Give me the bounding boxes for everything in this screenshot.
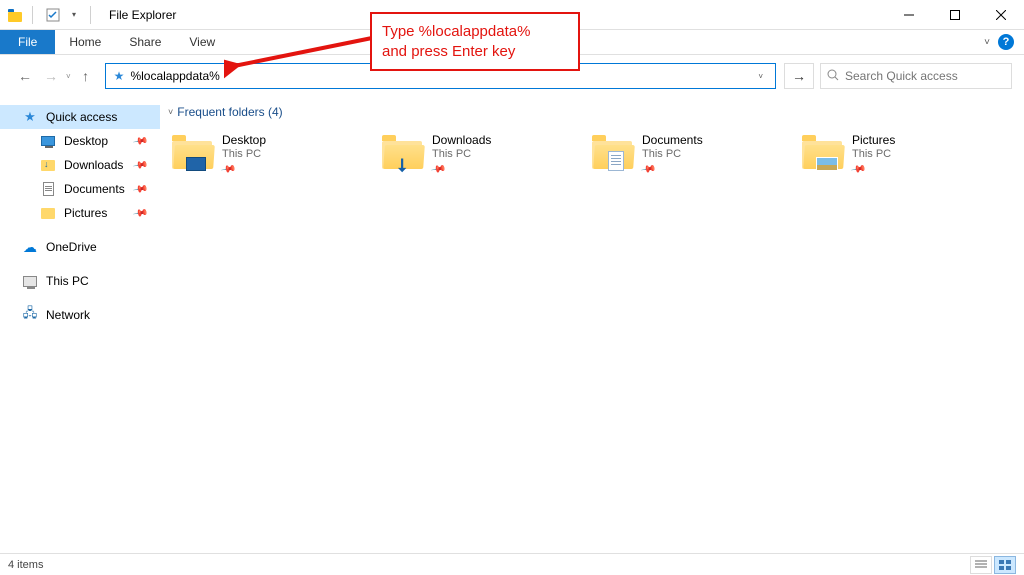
navpane-quick-access-label: Quick access bbox=[46, 110, 117, 124]
pin-icon: 📌 bbox=[850, 161, 867, 177]
thispc-icon bbox=[23, 276, 37, 287]
group-header-label: Frequent folders (4) bbox=[177, 105, 282, 119]
status-bar: 4 items bbox=[0, 553, 1024, 575]
main-pane: ˅ Frequent folders (4) Desktop This PC 📌… bbox=[160, 97, 1024, 553]
forward-button[interactable]: → bbox=[38, 62, 64, 90]
pin-icon: 📌 bbox=[220, 161, 237, 177]
help-icon[interactable]: ? bbox=[998, 34, 1014, 50]
minimize-button[interactable] bbox=[886, 0, 932, 30]
navpane-desktop-label: Desktop bbox=[64, 134, 108, 148]
tile-name: Documents bbox=[642, 133, 703, 147]
navpane-downloads[interactable]: Downloads 📌 bbox=[0, 153, 160, 177]
close-button[interactable] bbox=[978, 0, 1024, 30]
desktop-icon bbox=[41, 136, 55, 146]
navpane-desktop[interactable]: Desktop 📌 bbox=[0, 129, 160, 153]
group-header-frequent[interactable]: ˅ Frequent folders (4) bbox=[166, 103, 1024, 129]
pin-icon: 📌 bbox=[132, 181, 149, 197]
navpane-documents[interactable]: Documents 📌 bbox=[0, 177, 160, 201]
navpane-pictures[interactable]: Pictures 📌 bbox=[0, 201, 160, 225]
folder-icon bbox=[802, 133, 844, 169]
app-icon bbox=[7, 8, 23, 22]
search-icon bbox=[827, 69, 839, 84]
navpane-network-label: Network bbox=[46, 308, 90, 322]
content-area: ★ Quick access Desktop 📌 Downloads 📌 Doc… bbox=[0, 97, 1024, 553]
tile-sub: This PC bbox=[222, 148, 266, 160]
address-location-icon: ★ bbox=[114, 69, 125, 83]
qat-dropdown-icon[interactable]: ▾ bbox=[70, 10, 78, 19]
navpane-thispc-label: This PC bbox=[46, 274, 89, 288]
pictures-icon bbox=[41, 208, 55, 219]
annotation-line2: and press Enter key bbox=[382, 42, 568, 62]
view-large-icons-button[interactable] bbox=[994, 556, 1016, 574]
tile-sub: This PC bbox=[852, 148, 895, 160]
folder-icon: ⭣ bbox=[382, 133, 424, 169]
back-button[interactable]: ← bbox=[12, 62, 38, 90]
navpane-quick-access[interactable]: ★ Quick access bbox=[0, 105, 160, 129]
annotation-line1: Type %localappdata% bbox=[382, 22, 568, 42]
ribbon-tab-view[interactable]: View bbox=[175, 30, 229, 54]
network-icon: 🖧 bbox=[23, 304, 38, 326]
tile-name: Desktop bbox=[222, 133, 266, 147]
ribbon-tab-home[interactable]: Home bbox=[55, 30, 115, 54]
qat-properties-icon[interactable] bbox=[42, 4, 64, 26]
status-text: 4 items bbox=[8, 559, 43, 571]
folder-icon bbox=[172, 133, 214, 169]
folder-icon bbox=[592, 133, 634, 169]
tile-desktop[interactable]: Desktop This PC 📌 bbox=[166, 129, 376, 179]
view-details-button[interactable] bbox=[970, 556, 992, 574]
pin-icon: 📌 bbox=[430, 161, 447, 177]
address-history-icon[interactable]: ˅ bbox=[754, 72, 767, 81]
tile-name: Downloads bbox=[432, 133, 491, 147]
ribbon-expand-icon[interactable]: ˅ bbox=[984, 37, 990, 48]
recent-locations-icon[interactable]: ˅ bbox=[64, 72, 73, 81]
navpane-onedrive[interactable]: ☁ OneDrive bbox=[0, 235, 160, 259]
chevron-down-icon: ˅ bbox=[168, 107, 173, 117]
navpane-documents-label: Documents bbox=[64, 182, 125, 196]
downloads-icon bbox=[41, 160, 55, 171]
navpane-downloads-label: Downloads bbox=[64, 158, 123, 172]
tile-name: Pictures bbox=[852, 133, 895, 147]
tile-downloads[interactable]: ⭣ Downloads This PC 📌 bbox=[376, 129, 586, 179]
search-input[interactable] bbox=[845, 69, 1005, 83]
pin-icon: 📌 bbox=[640, 161, 657, 177]
quick-access-icon: ★ bbox=[24, 109, 36, 125]
pin-icon: 📌 bbox=[132, 157, 149, 173]
ribbon-tab-file[interactable]: File bbox=[0, 30, 55, 54]
tile-pictures[interactable]: Pictures This PC 📌 bbox=[796, 129, 1006, 179]
maximize-button[interactable] bbox=[932, 0, 978, 30]
tile-documents[interactable]: Documents This PC 📌 bbox=[586, 129, 796, 179]
search-box[interactable] bbox=[820, 63, 1012, 89]
documents-icon bbox=[43, 182, 54, 196]
pin-icon: 📌 bbox=[132, 205, 149, 221]
tile-sub: This PC bbox=[432, 148, 491, 160]
pin-icon: 📌 bbox=[132, 133, 149, 149]
tile-sub: This PC bbox=[642, 148, 703, 160]
navpane-onedrive-label: OneDrive bbox=[46, 240, 97, 254]
window-title: File Explorer bbox=[103, 8, 176, 22]
go-refresh-button[interactable]: → bbox=[784, 63, 814, 89]
navpane-network[interactable]: 🖧 Network bbox=[0, 303, 160, 327]
annotation-callout: Type %localappdata% and press Enter key bbox=[370, 12, 580, 71]
navpane-thispc[interactable]: This PC bbox=[0, 269, 160, 293]
up-button[interactable]: ↑ bbox=[73, 62, 99, 90]
navigation-pane: ★ Quick access Desktop 📌 Downloads 📌 Doc… bbox=[0, 97, 160, 553]
ribbon-tab-share[interactable]: Share bbox=[115, 30, 175, 54]
onedrive-icon: ☁ bbox=[23, 239, 37, 256]
navpane-pictures-label: Pictures bbox=[64, 206, 107, 220]
